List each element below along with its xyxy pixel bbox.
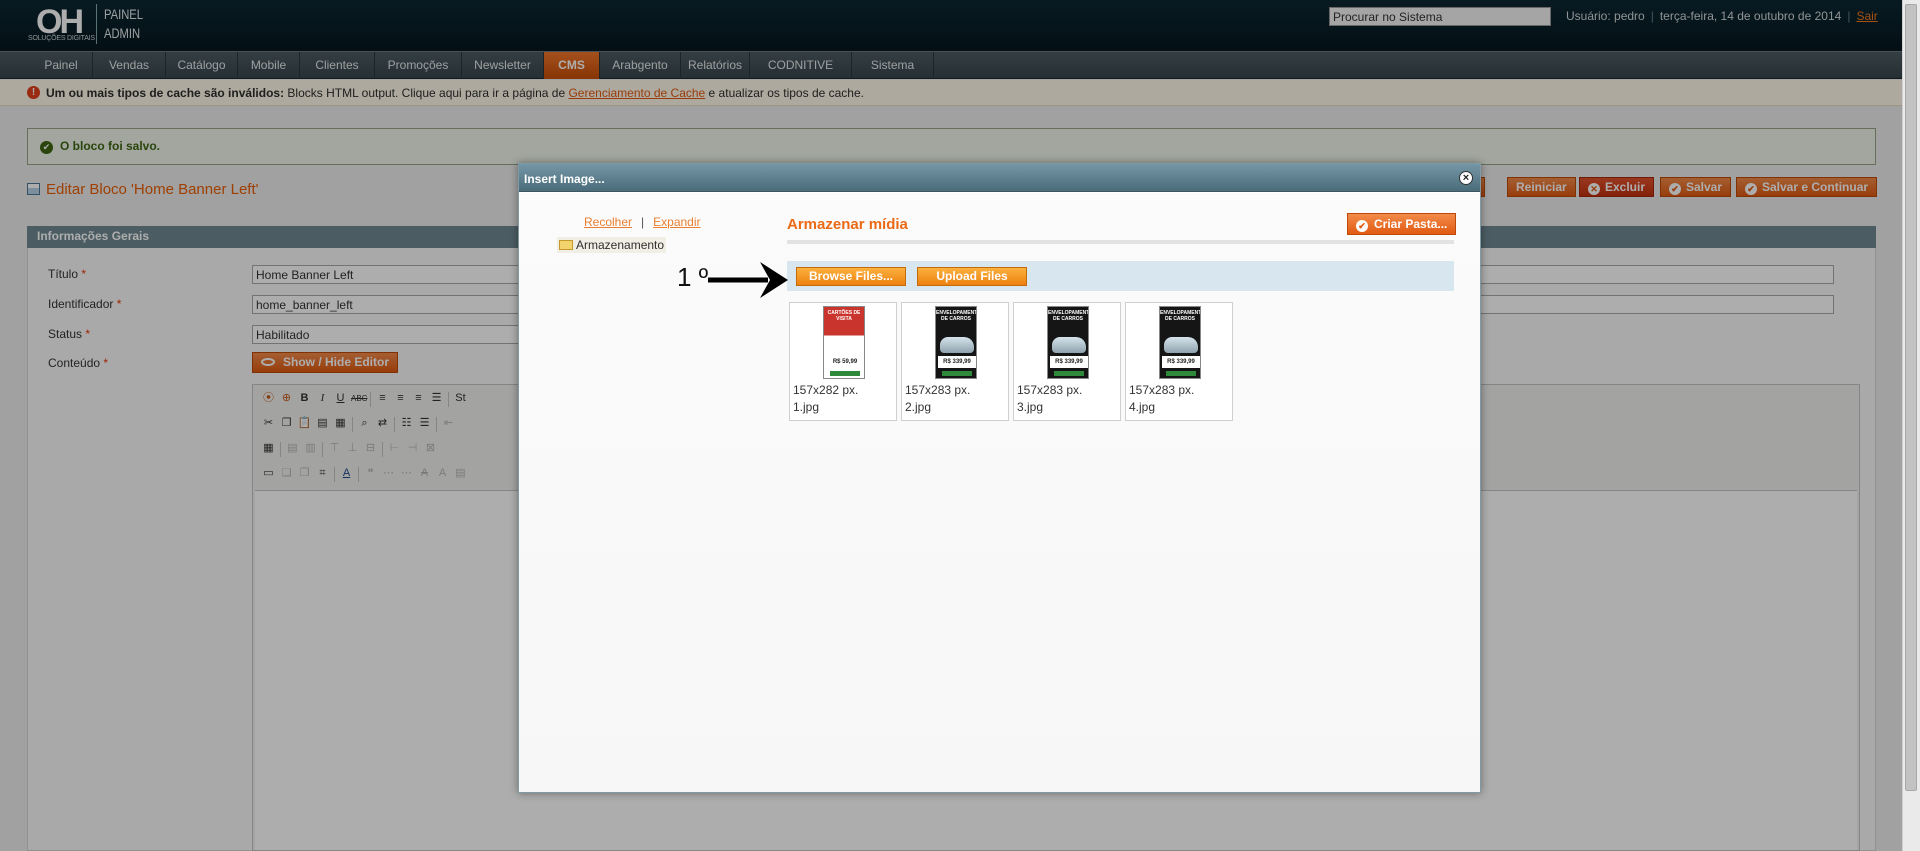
create-folder-button[interactable]: ✔ Criar Pasta... bbox=[1347, 213, 1457, 235]
arrow-right-icon bbox=[708, 262, 788, 298]
thumbnail-bar bbox=[1054, 371, 1084, 376]
file-dimensions: 157x283 px. bbox=[905, 383, 971, 397]
car-graphic bbox=[940, 337, 974, 353]
insert-image-dialog: Insert Image... × Recolher | Expandir Arma… bbox=[518, 163, 1481, 793]
thumbnail-headline: ENVELOPAMENTO DE CARROS bbox=[936, 310, 977, 322]
file-thumbnail[interactable]: ENVELOPAMENTO DE CARROS R$ 339,99 157x283 … bbox=[901, 302, 1009, 421]
thumbnail-bar bbox=[1166, 371, 1196, 376]
thumbnail-price: R$ 59,99 bbox=[826, 356, 864, 368]
thumbnail-price: R$ 339,99 bbox=[1050, 356, 1088, 368]
dialog-title: Insert Image... bbox=[524, 172, 605, 186]
collapse-link[interactable]: Recolher bbox=[584, 215, 632, 229]
tree-root-storage[interactable]: Armazenamento bbox=[557, 237, 667, 253]
dialog-titlebar: Insert Image... × bbox=[519, 164, 1480, 192]
car-graphic bbox=[1052, 337, 1086, 353]
folder-icon bbox=[559, 240, 573, 250]
dialog-body: Recolher | Expandir Armazenamento Armazena… bbox=[519, 193, 1480, 792]
scrollbar-thumb[interactable] bbox=[1905, 4, 1917, 791]
file-thumbnail[interactable]: ENVELOPAMENTO DE CARROS R$ 339,99 157x283 … bbox=[1013, 302, 1121, 421]
file-grid: CARTÕES DE VISITA R$ 59,99 157x282 px. 1.jp… bbox=[789, 302, 1269, 422]
thumbnail-image: ENVELOPAMENTO DE CARROS R$ 339,99 bbox=[1047, 306, 1089, 379]
file-dimensions: 157x282 px. bbox=[793, 383, 859, 397]
file-dimensions: 157x283 px. bbox=[1129, 383, 1195, 397]
thumbnail-image: ENVELOPAMENTO DE CARROS R$ 339,99 bbox=[935, 306, 977, 379]
file-dimensions: 157x283 px. bbox=[1017, 383, 1083, 397]
expand-link[interactable]: Expandir bbox=[653, 215, 700, 229]
upload-bar: Browse Files... Upload Files bbox=[787, 261, 1454, 291]
thumbnail-image: ENVELOPAMENTO DE CARROS R$ 339,99 bbox=[1159, 306, 1201, 379]
thumbnail-image: CARTÕES DE VISITA R$ 59,99 bbox=[823, 306, 865, 379]
step-annotation: 1 º bbox=[677, 262, 709, 292]
thumbnail-price: R$ 339,99 bbox=[938, 356, 976, 368]
upload-files-button[interactable]: Upload Files bbox=[917, 267, 1027, 286]
thumbnail-headline: ENVELOPAMENTO DE CARROS bbox=[1160, 310, 1201, 322]
file-name: 1.jpg bbox=[793, 400, 820, 414]
thumbnail-bar bbox=[942, 371, 972, 376]
thumbnail-headline: CARTÕES DE VISITA bbox=[827, 310, 861, 322]
media-divider bbox=[787, 240, 1454, 244]
thumbnail-headline: ENVELOPAMENTO DE CARROS bbox=[1048, 310, 1089, 322]
thumbnail-price: R$ 339,99 bbox=[1162, 356, 1200, 368]
thumbnail-bar bbox=[830, 371, 860, 376]
media-storage-title: Armazenar mídia bbox=[787, 216, 908, 233]
add-folder-icon: ✔ bbox=[1356, 220, 1368, 232]
close-icon[interactable]: × bbox=[1459, 171, 1473, 185]
file-thumbnail[interactable]: ENVELOPAMENTO DE CARROS R$ 339,99 157x283 … bbox=[1125, 302, 1233, 421]
tree-controls: Recolher | Expandir bbox=[584, 215, 701, 229]
file-name: 3.jpg bbox=[1017, 400, 1044, 414]
file-thumbnail[interactable]: CARTÕES DE VISITA R$ 59,99 157x282 px. 1.jp… bbox=[789, 302, 897, 421]
car-graphic bbox=[1164, 337, 1198, 353]
file-name: 2.jpg bbox=[905, 400, 932, 414]
file-name: 4.jpg bbox=[1129, 400, 1156, 414]
browse-files-button[interactable]: Browse Files... bbox=[796, 267, 906, 286]
